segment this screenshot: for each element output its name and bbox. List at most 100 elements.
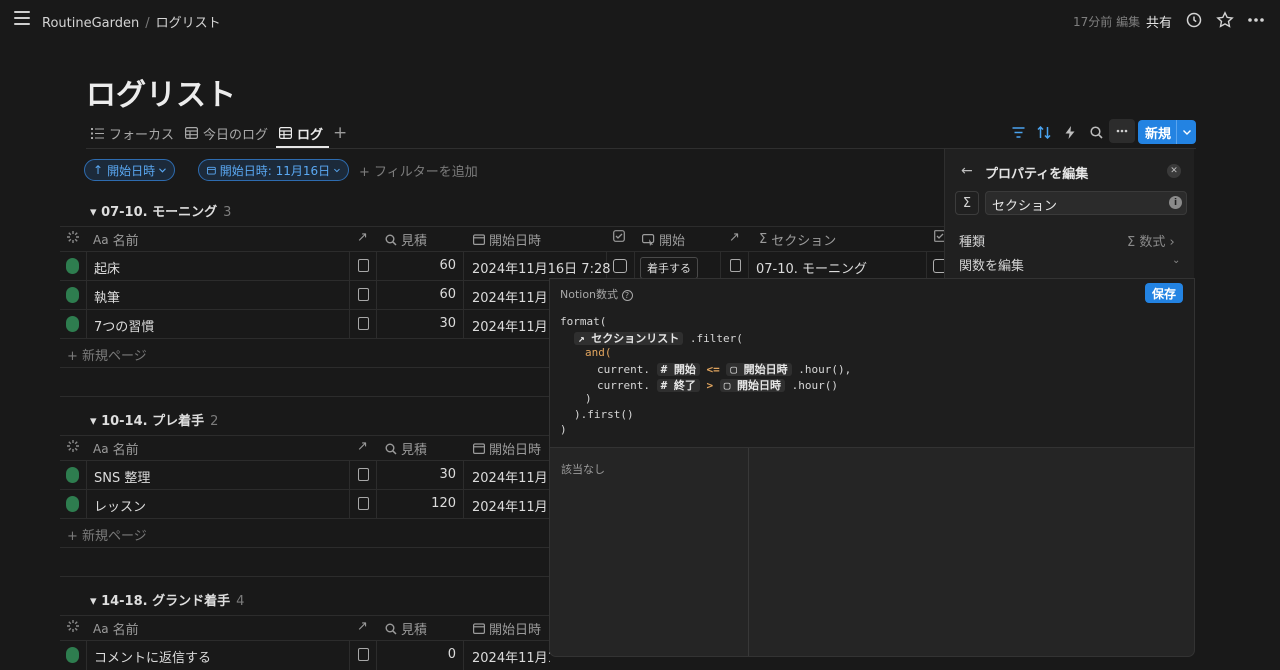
- chevron-down-icon[interactable]: ⌄: [1172, 255, 1180, 266]
- loading-spinner-icon[interactable]: [66, 439, 80, 453]
- row-name[interactable]: 執筆: [94, 287, 120, 306]
- status-dot[interactable]: [66, 647, 79, 663]
- column-header-estimate[interactable]: 見積: [385, 439, 427, 458]
- row-estimate[interactable]: 30: [380, 316, 456, 331]
- share-button[interactable]: 共有: [1146, 12, 1172, 31]
- row-start-datetime[interactable]: 2024年11月16日 7:28: [472, 258, 611, 277]
- new-page-button[interactable]: + 新規ページ: [67, 525, 147, 544]
- row-start-datetime[interactable]: 2024年11月1: [472, 467, 556, 486]
- relation-arrow-icon[interactable]: ↗: [357, 230, 368, 245]
- document-icon[interactable]: [730, 259, 741, 272]
- calendar-icon: [473, 623, 485, 634]
- column-header-section[interactable]: Σ セクション: [759, 230, 836, 249]
- new-page-button[interactable]: + 新規ページ: [67, 345, 147, 364]
- column-header-start[interactable]: 開始: [642, 230, 685, 249]
- more-options-icon[interactable]: [1247, 11, 1265, 29]
- clock-icon[interactable]: [1185, 11, 1203, 29]
- row-estimate[interactable]: 60: [380, 287, 456, 302]
- group-header-grand-start[interactable]: ▾ 14-18. グランド着手 4: [90, 590, 244, 609]
- column-header-estimate[interactable]: 見積: [385, 230, 427, 249]
- group-title: 14-18. グランド着手: [101, 594, 231, 609]
- add-filter-button[interactable]: + フィルターを追加: [359, 161, 478, 180]
- column-header-estimate[interactable]: 見積: [385, 619, 427, 638]
- view-more-icon[interactable]: [1109, 119, 1135, 143]
- row-estimate[interactable]: 60: [380, 258, 456, 273]
- formula-code-area[interactable]: Notion数式 ? format( ↗ セクションリスト .filter( a…: [550, 279, 1194, 448]
- row-name[interactable]: 7つの習慣: [94, 316, 154, 335]
- relation-arrow-icon[interactable]: ↗: [357, 439, 368, 454]
- row-name[interactable]: SNS 整理: [94, 467, 150, 486]
- status-dot[interactable]: [66, 258, 79, 274]
- grid-line: [86, 640, 87, 670]
- status-dot[interactable]: [66, 496, 79, 512]
- column-header-start-datetime[interactable]: 開始日時: [473, 619, 541, 638]
- list-icon: [91, 127, 104, 139]
- tab-today-log[interactable]: 今日のログ: [185, 123, 268, 143]
- save-button[interactable]: 保存: [1145, 283, 1183, 303]
- date-filter-pill[interactable]: 開始日時: 11月16日: [198, 159, 349, 181]
- start-button[interactable]: 着手する: [640, 257, 698, 279]
- row-start-datetime[interactable]: 2024年11月1: [472, 496, 556, 515]
- breadcrumb-page[interactable]: ログリスト: [156, 16, 221, 31]
- row-name[interactable]: レッスン: [94, 496, 146, 515]
- column-header-name[interactable]: Aa 名前: [93, 230, 139, 250]
- type-selector[interactable]: Σ 数式 ›: [1127, 231, 1175, 250]
- breadcrumb-workspace[interactable]: RoutineGarden: [42, 16, 139, 31]
- relation-arrow-icon: ↗: [578, 332, 592, 345]
- hamburger-menu-icon[interactable]: [14, 11, 30, 25]
- checkbox-column-icon[interactable]: [613, 230, 625, 242]
- tab-log[interactable]: ログ: [279, 123, 323, 143]
- property-name-input[interactable]: セクション: [985, 191, 1187, 215]
- column-header-name[interactable]: Aa 名前: [93, 619, 139, 639]
- document-icon[interactable]: [358, 288, 369, 301]
- new-button[interactable]: 新規: [1138, 120, 1196, 144]
- add-view-plus-icon[interactable]: +: [333, 123, 347, 143]
- group-header-morning[interactable]: ▾ 07-10. モーニング 3: [90, 201, 231, 220]
- group-title: 10-14. プレ着手: [101, 414, 205, 429]
- row-estimate[interactable]: 30: [380, 467, 456, 482]
- chevron-down-icon[interactable]: [1176, 120, 1196, 144]
- help-icon[interactable]: ?: [621, 290, 633, 301]
- sort-pill[interactable]: ↑ 開始日時: [84, 159, 175, 181]
- relation-arrow-icon[interactable]: ↗: [357, 619, 368, 634]
- sigma-icon[interactable]: Σ: [955, 191, 979, 215]
- edit-formula-label[interactable]: 関数を編集: [959, 255, 1024, 274]
- column-header-name[interactable]: Aa 名前: [93, 439, 139, 459]
- group-header-pre-start[interactable]: ▾ 10-14. プレ着手 2: [90, 410, 218, 429]
- edited-timestamp[interactable]: 17分前 編集: [1073, 13, 1140, 30]
- row-name[interactable]: 起床: [94, 258, 120, 277]
- document-icon[interactable]: [358, 468, 369, 481]
- row-start-datetime[interactable]: 2024年11月1: [472, 316, 556, 335]
- document-icon[interactable]: [358, 259, 369, 272]
- column-header-start-datetime[interactable]: 開始日時: [473, 230, 541, 249]
- row-section[interactable]: 07-10. モーニング: [756, 258, 867, 277]
- loading-spinner-icon[interactable]: [66, 619, 80, 633]
- status-dot[interactable]: [66, 316, 79, 332]
- loading-spinner-icon[interactable]: [66, 230, 80, 244]
- back-arrow-icon[interactable]: ←: [961, 163, 973, 179]
- row-name[interactable]: コメントに返信する: [94, 647, 211, 666]
- search-icon: [385, 623, 397, 635]
- column-label: 開始: [659, 234, 686, 249]
- document-icon[interactable]: [358, 317, 369, 330]
- row-start-datetime[interactable]: 2024年11月16日 13:53: [472, 647, 550, 666]
- row-start-datetime[interactable]: 2024年11月1: [472, 287, 556, 306]
- document-icon[interactable]: [358, 648, 369, 661]
- sort-icon[interactable]: [1034, 123, 1054, 141]
- close-icon[interactable]: ✕: [1167, 164, 1181, 178]
- status-dot[interactable]: [66, 287, 79, 303]
- column-header-start-datetime[interactable]: 開始日時: [473, 439, 541, 458]
- lightning-icon[interactable]: [1060, 123, 1080, 141]
- row-estimate[interactable]: 120: [380, 496, 456, 511]
- status-dot[interactable]: [66, 467, 79, 483]
- filter-icon[interactable]: [1008, 123, 1028, 141]
- row-estimate[interactable]: 0: [380, 647, 456, 662]
- row-checkbox[interactable]: [613, 259, 627, 273]
- checkbox-column-icon[interactable]: [934, 230, 944, 242]
- info-icon[interactable]: i: [1169, 196, 1182, 209]
- tab-focus[interactable]: フォーカス: [91, 123, 174, 143]
- relation-arrow-icon[interactable]: ↗: [729, 230, 740, 245]
- star-icon[interactable]: [1216, 11, 1234, 29]
- document-icon[interactable]: [358, 497, 369, 510]
- search-icon[interactable]: [1086, 123, 1106, 141]
